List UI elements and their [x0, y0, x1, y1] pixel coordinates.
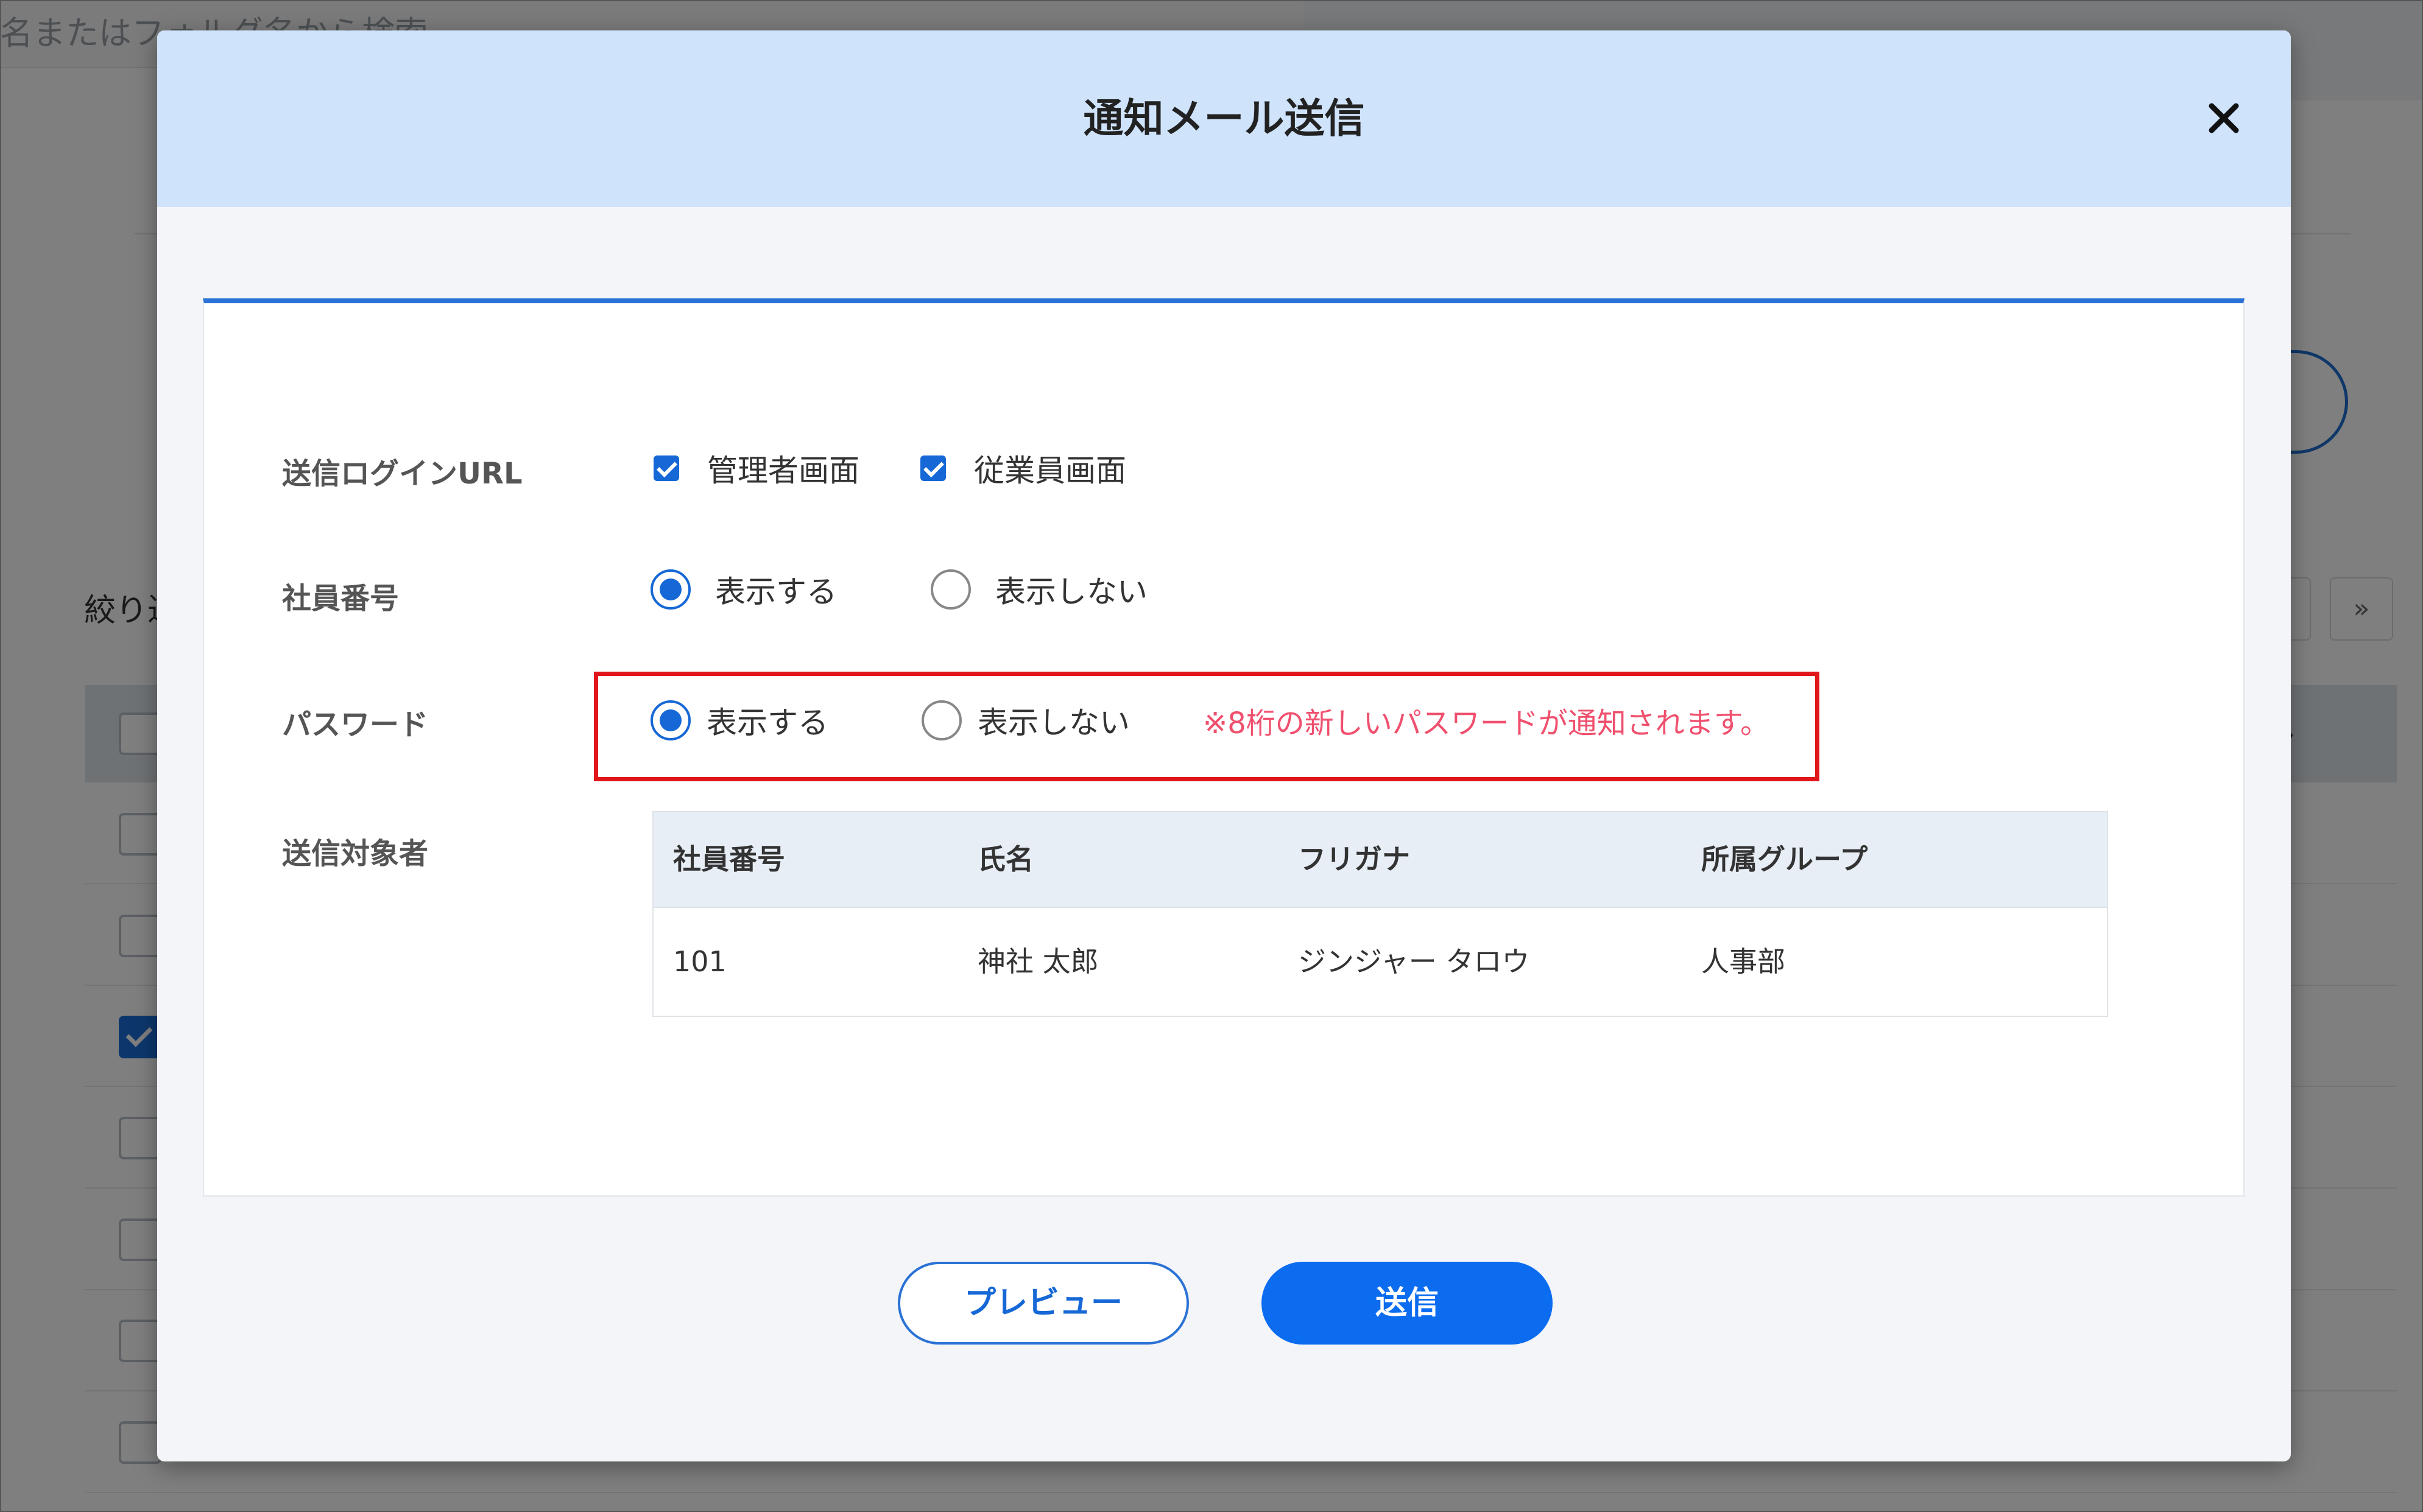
checkbox-checked-icon: [920, 455, 946, 481]
password-show-radio[interactable]: 表示する: [651, 698, 828, 742]
employee-number-hide-radio[interactable]: 表示しない: [931, 568, 1148, 611]
column-header-group: 所属グループ: [1701, 843, 1868, 876]
send-button[interactable]: 送信: [1261, 1262, 1553, 1345]
admin-screen-label: 管理者画面: [707, 453, 859, 488]
radio-unselected-icon: [922, 700, 962, 740]
password-note: ※8桁の新しいパスワードが通知されます。: [1203, 706, 1769, 740]
recipients-table: 社員番号 氏名 フリガナ 所属グループ 101 神社 太郎 ジンジャー タロウ …: [652, 811, 2108, 1017]
employee-screen-checkbox[interactable]: 従業員画面: [920, 446, 1126, 490]
password-hide-label: 表示しない: [978, 705, 1130, 740]
password-label: パスワード: [282, 708, 429, 742]
password-hide-radio[interactable]: 表示しない: [922, 698, 1130, 742]
cell-group: 人事部: [1701, 945, 1785, 978]
employee-number-show-label: 表示する: [715, 574, 837, 610]
radio-selected-icon: [651, 700, 691, 740]
column-header-furigana: フリガナ: [1298, 843, 1410, 876]
recipients-label: 送信対象者: [282, 837, 429, 871]
radio-unselected-icon: [931, 569, 971, 610]
admin-screen-checkbox[interactable]: 管理者画面: [654, 446, 859, 490]
employee-screen-label: 従業員画面: [974, 453, 1126, 488]
preview-button[interactable]: プレビュー: [898, 1262, 1189, 1345]
close-icon[interactable]: [2204, 99, 2243, 138]
cell-employee-number: 101: [673, 945, 727, 978]
radio-selected-icon: [651, 569, 691, 610]
dialog-header: 通知メール送信: [157, 30, 2291, 207]
checkbox-checked-icon: [654, 455, 679, 481]
dialog-title: 通知メール送信: [1083, 95, 1365, 142]
cell-furigana: ジンジャー タロウ: [1298, 945, 1530, 978]
employee-number-hide-label: 表示しない: [995, 574, 1148, 610]
cell-name: 神社 太郎: [978, 945, 1099, 978]
employee-number-show-radio[interactable]: 表示する: [651, 568, 837, 611]
column-header-name: 氏名: [978, 843, 1034, 876]
login-url-label: 送信ログインURL: [282, 457, 523, 491]
notification-mail-dialog: 通知メール送信 送信ログインURL 管理者画面 従業員画面 社員番号 表示する …: [157, 30, 2291, 1461]
column-header-employee-number: 社員番号: [673, 843, 785, 876]
password-show-label: 表示する: [707, 705, 828, 740]
employee-number-label: 社員番号: [282, 582, 400, 616]
